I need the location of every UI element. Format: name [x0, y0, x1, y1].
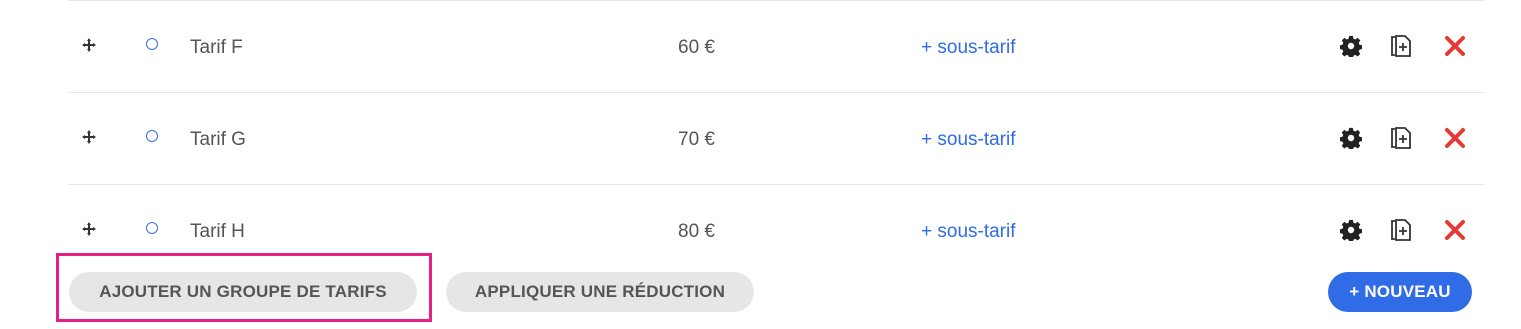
gear-icon[interactable] — [1340, 127, 1362, 149]
tariff-name: Tarif F — [190, 37, 243, 58]
duplicate-icon[interactable] — [1390, 34, 1412, 58]
add-subtariff-link[interactable]: + sous-tarif — [921, 129, 1016, 151]
add-subtariff-link[interactable]: + sous-tarif — [921, 37, 1016, 59]
delete-icon[interactable] — [1444, 35, 1466, 57]
tariff-row: Tarif F 60 € + sous-tarif — [69, 0, 1484, 92]
new-tariff-button[interactable]: + NOUVEAU — [1328, 272, 1472, 312]
radio-icon[interactable] — [146, 38, 158, 50]
tariff-name: Tarif H — [190, 221, 245, 242]
tariff-list: Tarif F 60 € + sous-tarif Tarif G 70 € +… — [69, 0, 1484, 276]
apply-discount-button[interactable]: APPLIQUER UNE RÉDUCTION — [446, 272, 754, 312]
tariff-row: Tarif H 80 € + sous-tarif — [69, 184, 1484, 276]
add-tariff-group-button[interactable]: AJOUTER UN GROUPE DE TARIFS — [69, 272, 417, 312]
tariff-price: 60 € — [678, 37, 715, 58]
duplicate-icon[interactable] — [1390, 218, 1412, 242]
delete-icon[interactable] — [1444, 219, 1466, 241]
move-icon[interactable] — [81, 37, 97, 53]
gear-icon[interactable] — [1340, 35, 1362, 57]
tariff-name: Tarif G — [190, 129, 246, 150]
radio-icon[interactable] — [146, 222, 158, 234]
tariff-row: Tarif G 70 € + sous-tarif — [69, 92, 1484, 184]
tariff-price: 80 € — [678, 221, 715, 242]
gear-icon[interactable] — [1340, 219, 1362, 241]
add-subtariff-link[interactable]: + sous-tarif — [921, 221, 1016, 243]
move-icon[interactable] — [81, 221, 97, 237]
tariff-price: 70 € — [678, 129, 715, 150]
radio-icon[interactable] — [146, 130, 158, 142]
delete-icon[interactable] — [1444, 127, 1466, 149]
duplicate-icon[interactable] — [1390, 126, 1412, 150]
move-icon[interactable] — [81, 129, 97, 145]
